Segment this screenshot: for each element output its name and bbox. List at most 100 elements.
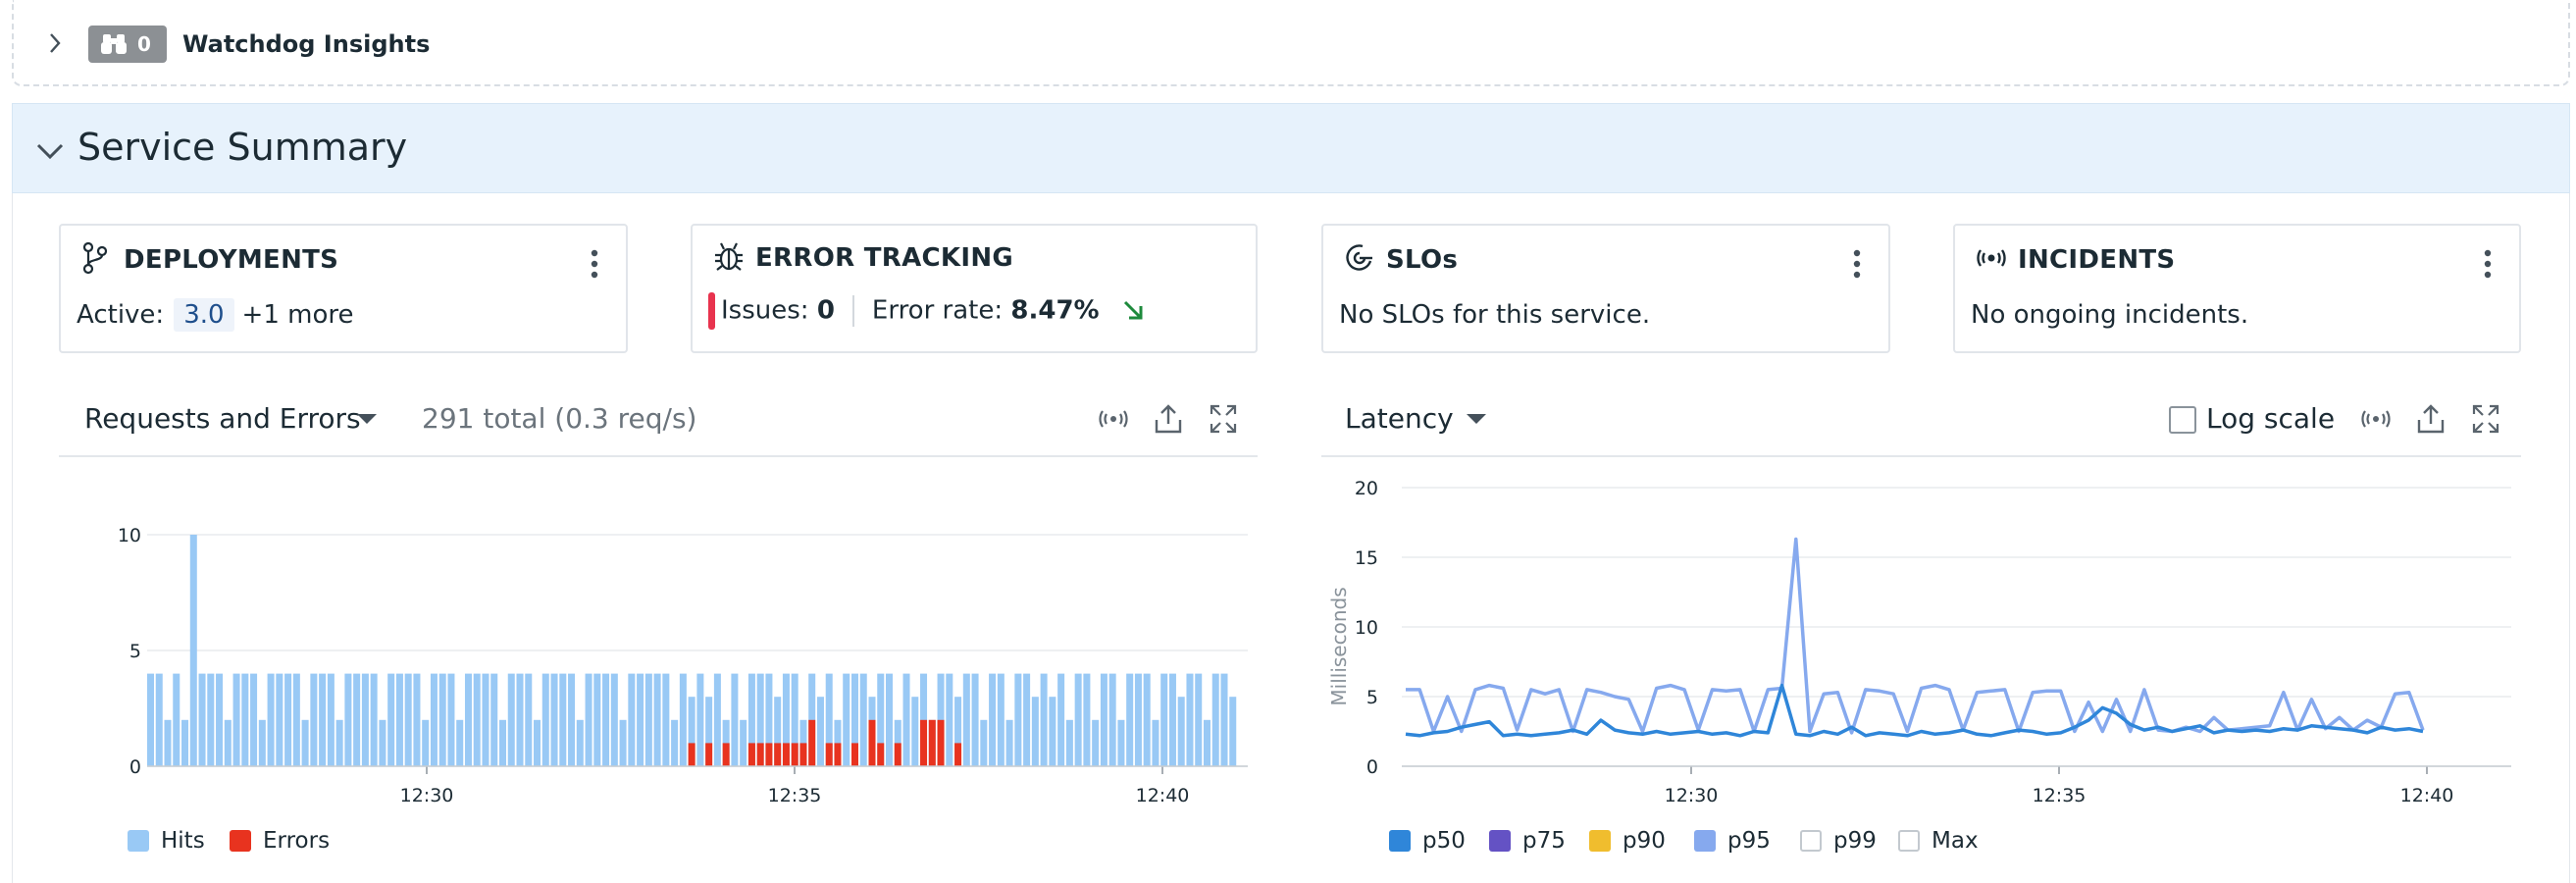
legend-swatch[interactable] — [1694, 830, 1716, 852]
hits-bar[interactable] — [1160, 673, 1168, 766]
hits-bar[interactable] — [207, 673, 215, 766]
hits-bar[interactable] — [344, 673, 352, 766]
expand-icon[interactable] — [2471, 402, 2500, 436]
hits-bar[interactable] — [1005, 719, 1013, 766]
hits-bar[interactable] — [1168, 673, 1176, 766]
errors-bar[interactable] — [705, 743, 713, 766]
hits-bar[interactable] — [1014, 673, 1022, 766]
hits-bar[interactable] — [585, 673, 592, 766]
hits-bar[interactable] — [962, 673, 970, 766]
hits-bar[interactable] — [301, 719, 309, 766]
hits-bar[interactable] — [1229, 697, 1237, 766]
hits-bar[interactable] — [1203, 719, 1211, 766]
requests-errors-chart[interactable]: 0 5 10 12:30 12:35 12:40 — [59, 461, 1258, 814]
hits-bar[interactable] — [602, 673, 610, 766]
legend-swatch[interactable] — [1489, 830, 1511, 852]
legend-swatch[interactable] — [1800, 830, 1822, 852]
hits-bar[interactable] — [1065, 719, 1073, 766]
hits-bar[interactable] — [1023, 673, 1031, 766]
hits-bar[interactable] — [1092, 719, 1100, 766]
legend-swatch[interactable] — [128, 830, 149, 852]
hits-bar[interactable] — [1083, 673, 1091, 766]
hits-bar[interactable] — [413, 673, 421, 766]
hits-bar[interactable] — [1117, 719, 1125, 766]
legend-item-p50[interactable]: p50 — [1389, 828, 1466, 854]
version-chip[interactable]: 3.0 — [174, 298, 234, 332]
legend-swatch[interactable] — [230, 830, 251, 852]
hits-bar[interactable] — [731, 673, 739, 766]
incident-siren-icon[interactable] — [2359, 402, 2393, 436]
hits-bar[interactable] — [911, 697, 919, 766]
hits-bar[interactable] — [147, 673, 155, 766]
errors-bar[interactable] — [765, 743, 773, 766]
hits-bar[interactable] — [644, 673, 652, 766]
hits-bar[interactable] — [327, 673, 335, 766]
hits-bar[interactable] — [568, 673, 576, 766]
hits-bar[interactable] — [1057, 673, 1065, 766]
hits-bar[interactable] — [971, 673, 979, 766]
hits-bar[interactable] — [1220, 673, 1228, 766]
errors-bar[interactable] — [920, 719, 928, 766]
hits-bar[interactable] — [456, 719, 464, 766]
hits-bar[interactable] — [1143, 673, 1151, 766]
export-icon[interactable] — [2416, 402, 2446, 436]
hits-bar[interactable] — [1126, 673, 1134, 766]
errors-bar[interactable] — [850, 743, 858, 766]
errors-bar[interactable] — [774, 743, 782, 766]
errors-bar[interactable] — [808, 719, 816, 766]
hits-bar[interactable] — [361, 673, 369, 766]
errors-bar[interactable] — [937, 719, 945, 766]
latency-chart[interactable]: 0 5 10 15 20 Milliseconds 12:30 12:35 12:40 — [1321, 461, 2521, 814]
hits-bar[interactable] — [379, 719, 386, 766]
latency-selector[interactable]: Latency — [1345, 402, 1454, 435]
hits-bar[interactable] — [498, 719, 506, 766]
hits-bar[interactable] — [886, 673, 894, 766]
hits-bar[interactable] — [250, 673, 258, 766]
hits-bar[interactable] — [980, 719, 988, 766]
legend-item-errors[interactable]: Errors — [230, 828, 330, 854]
errors-bar[interactable] — [747, 743, 755, 766]
hits-bar[interactable] — [224, 719, 232, 766]
error-tracking-card[interactable]: ERROR TRACKING Issues: 0 Error rate: 8.47… — [691, 224, 1258, 353]
hits-bar[interactable] — [516, 673, 524, 766]
hits-bar[interactable] — [189, 535, 197, 766]
legend-item-p90[interactable]: p90 — [1589, 828, 1666, 854]
hits-bar[interactable] — [482, 673, 489, 766]
hits-bar[interactable] — [713, 673, 721, 766]
export-icon[interactable] — [1154, 402, 1183, 436]
legend-item-hits[interactable]: Hits — [128, 828, 205, 854]
hits-bar[interactable] — [155, 673, 163, 766]
more-options-icon[interactable] — [1853, 249, 1861, 279]
expand-icon[interactable] — [1209, 402, 1238, 436]
hits-bar[interactable] — [1074, 673, 1082, 766]
hits-bar[interactable] — [276, 673, 283, 766]
hits-bar[interactable] — [1040, 673, 1048, 766]
hits-bar[interactable] — [619, 719, 627, 766]
hits-bar[interactable] — [628, 673, 636, 766]
hits-bar[interactable] — [696, 673, 704, 766]
hits-bar[interactable] — [241, 673, 249, 766]
hits-bar[interactable] — [232, 673, 240, 766]
hits-bar[interactable] — [387, 673, 395, 766]
hits-bar[interactable] — [1152, 719, 1159, 766]
errors-bar[interactable] — [928, 719, 936, 766]
errors-bar[interactable] — [799, 743, 807, 766]
hits-bar[interactable] — [1031, 697, 1039, 766]
hits-bar[interactable] — [310, 673, 318, 766]
hits-bar[interactable] — [576, 719, 584, 766]
hits-bar[interactable] — [1049, 697, 1056, 766]
legend-item-p99[interactable]: p99 — [1800, 828, 1877, 854]
hits-bar[interactable] — [438, 673, 446, 766]
more-versions-link[interactable]: +1 more — [242, 300, 354, 330]
hits-bar[interactable] — [464, 673, 472, 766]
hits-bar[interactable] — [216, 673, 224, 766]
legend-swatch[interactable] — [1389, 830, 1411, 852]
hits-bar[interactable] — [1108, 673, 1116, 766]
watchdog-insights-bar[interactable]: 0 Watchdog Insights — [12, 0, 2570, 86]
errors-bar[interactable] — [954, 743, 962, 766]
p95-series-line[interactable] — [1406, 537, 2425, 735]
hits-bar[interactable] — [559, 673, 567, 766]
errors-bar[interactable] — [868, 719, 876, 766]
hits-bar[interactable] — [353, 673, 361, 766]
legend-swatch[interactable] — [1898, 830, 1920, 852]
